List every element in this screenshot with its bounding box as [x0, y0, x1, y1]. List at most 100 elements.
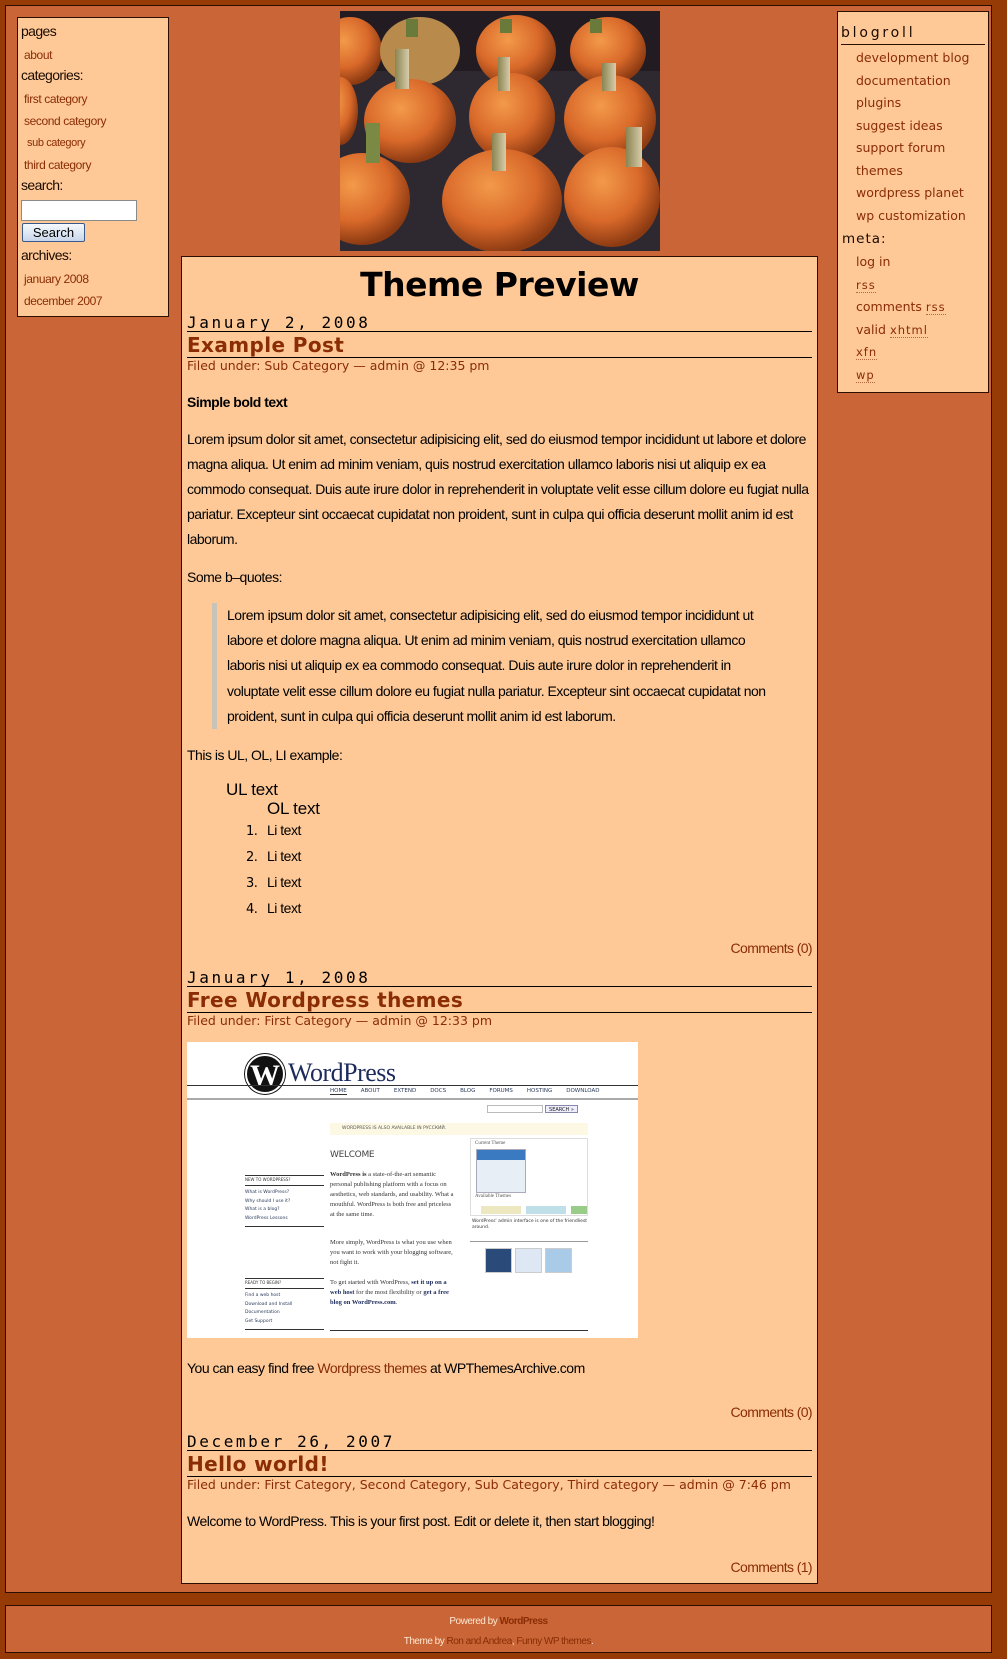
list-item: 1. Li text — [246, 822, 301, 840]
post-title-link[interactable]: Example Post — [187, 332, 812, 358]
lorem-paragraph: Lorem ipsum dolor sit amet, consectetur … — [187, 431, 809, 547]
blogroll-link-support-forum[interactable]: support forum — [841, 137, 985, 160]
wp-theme-box: Current Theme Available Themes — [470, 1138, 588, 1217]
comments-rss-abbr: rss — [925, 300, 946, 315]
list-intro: This is UL, OL, LI example: — [187, 747, 343, 764]
post-category-links[interactable]: First Category, Second Category, Sub Cat… — [264, 1477, 658, 1492]
category-link-second[interactable]: second category — [21, 110, 165, 132]
page-link-about[interactable]: about — [21, 44, 165, 66]
wordpress-screenshot: W WordPress HOME ABOUT EXTEND DOCS BLOG … — [187, 1042, 638, 1339]
post-date: January 2, 2008 — [187, 313, 812, 332]
wp-intro: WordPress is a state-of-the-art semantic… — [330, 1171, 454, 1219]
comments-link[interactable]: Comments (0) — [731, 1404, 813, 1420]
blogroll-link-development-blog[interactable]: development blog — [841, 47, 985, 70]
header-image — [340, 11, 660, 251]
comments-link[interactable]: Comments (1) — [731, 1559, 813, 1575]
search-button[interactable]: Search — [22, 223, 85, 242]
wp-ready-links: Find a web host Download and Install Doc… — [245, 1293, 293, 1324]
meta-link-valid-xhtml[interactable]: valid xhtml — [841, 319, 985, 342]
post-meta: Filed under: First Category — admin @ 12… — [187, 1013, 812, 1028]
archive-link-jan-2008[interactable]: january 2008 — [21, 268, 165, 290]
category-link-third[interactable]: third category — [21, 154, 165, 176]
pages-heading: pages — [21, 23, 57, 39]
left-sidebar: pages about categories: first category s… — [17, 17, 169, 317]
ol-text: OL text — [267, 799, 320, 819]
wp-search-button: SEARCH » — [545, 1105, 578, 1114]
wp-logo-text: WordPress — [288, 1058, 396, 1088]
comments-link[interactable]: Comments (0) — [731, 940, 813, 956]
post-category-link[interactable]: First Category — [264, 1013, 351, 1028]
filed-under-label: Filed under: — [187, 358, 261, 373]
wp-welcome: WELCOME — [330, 1150, 375, 1161]
comments-row: Comments (0) — [187, 938, 813, 958]
post: January 1, 2008 Free Wordpress themes Fi… — [187, 968, 813, 1422]
main-content: Theme Preview January 2, 2008 Example Po… — [181, 256, 818, 1584]
site-title: Theme Preview — [360, 265, 639, 304]
meta-link-comments-rss[interactable]: comments rss — [841, 296, 985, 319]
blogroll-link-documentation[interactable]: documentation — [841, 70, 985, 93]
wp-para2: More simply, WordPress is what you use w… — [330, 1239, 453, 1267]
post-author-time: — admin @ 12:35 pm — [353, 358, 490, 373]
meta-link-rss[interactable]: rss — [841, 274, 985, 297]
post-body: You can easy find free Wordpress themes … — [187, 1356, 812, 1381]
post-body: Welcome to WordPress. This is your first… — [187, 1509, 812, 1534]
blogroll-link-themes[interactable]: themes — [841, 160, 985, 183]
rss-abbr: rss — [856, 277, 876, 293]
xfn-abbr: xfn — [856, 345, 878, 360]
filed-under-label: Filed under: — [187, 1477, 261, 1493]
post: January 2, 2008 Example Post Filed under… — [187, 313, 813, 958]
list-item: 3. Li text — [246, 874, 301, 892]
archives-heading: archives: — [21, 247, 72, 263]
funny-wp-themes-link[interactable]: Funny WP themes — [516, 1636, 591, 1647]
post-author-time: — admin @ 7:46 pm — [662, 1477, 791, 1493]
meta-link-xfn[interactable]: xfn — [841, 341, 985, 364]
wp-new-heading: NEW TO WORDPRESS? — [245, 1177, 291, 1183]
post-text: Welcome to WordPress. This is your first… — [187, 1513, 655, 1530]
bquote-intro: Some b–quotes: — [187, 569, 282, 585]
xhtml-abbr: xhtml — [889, 322, 928, 338]
theme-by-line: Theme by Ron and Andrea, Funny WP themes… — [403, 1636, 594, 1647]
category-link-sub[interactable]: sub category — [21, 132, 165, 154]
wp-abbr: wp — [856, 367, 875, 383]
list-item: 2. Li text — [246, 848, 301, 866]
post-title-link[interactable]: Free Wordpress themes — [187, 987, 812, 1014]
meta-link-log-in[interactable]: log in — [841, 251, 985, 274]
post-meta: Filed under: Sub Category — admin @ 12:3… — [187, 358, 812, 373]
wp-logo: W — [245, 1054, 285, 1095]
footer: Powered by WordPress Theme by Ron and An… — [5, 1605, 992, 1653]
blockquote: Lorem ipsum dolor sit amet, consectetur … — [212, 603, 782, 730]
categories-heading: categories: — [21, 67, 83, 83]
filed-under-label: Filed under: — [187, 1013, 261, 1029]
wordpress-themes-link[interactable]: Wordpress themes — [317, 1360, 427, 1376]
wordpress-link[interactable]: WordPress — [499, 1616, 548, 1627]
category-link-first[interactable]: first category — [21, 88, 165, 110]
blogroll-link-wp-customization[interactable]: wp customization — [841, 205, 985, 228]
wp-ready-heading: READY TO BEGIN? — [245, 1280, 282, 1286]
wp-new-links: What is WordPress? Why should I use it? … — [245, 1190, 291, 1221]
blogroll-link-wordpress-planet[interactable]: wordpress planet — [841, 182, 985, 205]
archive-link-dec-2007[interactable]: december 2007 — [21, 290, 165, 312]
powered-by-line: Powered by WordPress — [449, 1616, 548, 1627]
post-date: January 1, 2008 — [187, 968, 812, 988]
meta-link-wp[interactable]: wp — [841, 364, 985, 387]
meta-heading: meta: — [842, 231, 887, 247]
wp-caption: WordPress' admin interface is one of the… — [472, 1219, 588, 1231]
blogroll-link-suggest-ideas[interactable]: suggest ideas — [841, 115, 985, 138]
blockquote-text: Lorem ipsum dolor sit amet, consectetur … — [227, 607, 766, 724]
blogroll-link-plugins[interactable]: plugins — [841, 92, 985, 115]
post-category-link[interactable]: Sub Category — [264, 358, 349, 373]
comments-row: Comments (1) — [187, 1557, 813, 1577]
theme-author-link[interactable]: Ron and Andrea — [447, 1636, 513, 1647]
post-body: Simple bold text Lorem ipsum dolor sit a… — [187, 390, 812, 922]
blogroll-heading: blogroll — [841, 12, 985, 45]
ul-text: UL text — [226, 780, 278, 800]
comments-label: comments — [856, 299, 922, 314]
post-meta: Filed under: First Category, Second Cate… — [187, 1477, 812, 1492]
pumpkins-image — [340, 11, 660, 251]
post-date: December 26, 2007 — [187, 1432, 812, 1452]
post-title-link[interactable]: Hello world! — [187, 1451, 812, 1478]
comments-row: Comments (0) — [187, 1402, 813, 1422]
search-input[interactable] — [21, 200, 137, 221]
wp-nav: HOME ABOUT EXTEND DOCS BLOG FORUMS HOSTI… — [330, 1088, 600, 1096]
wp-notice: WORDPRESS IS ALSO AVAILABLE IN РУССКИЙ. — [330, 1123, 588, 1136]
